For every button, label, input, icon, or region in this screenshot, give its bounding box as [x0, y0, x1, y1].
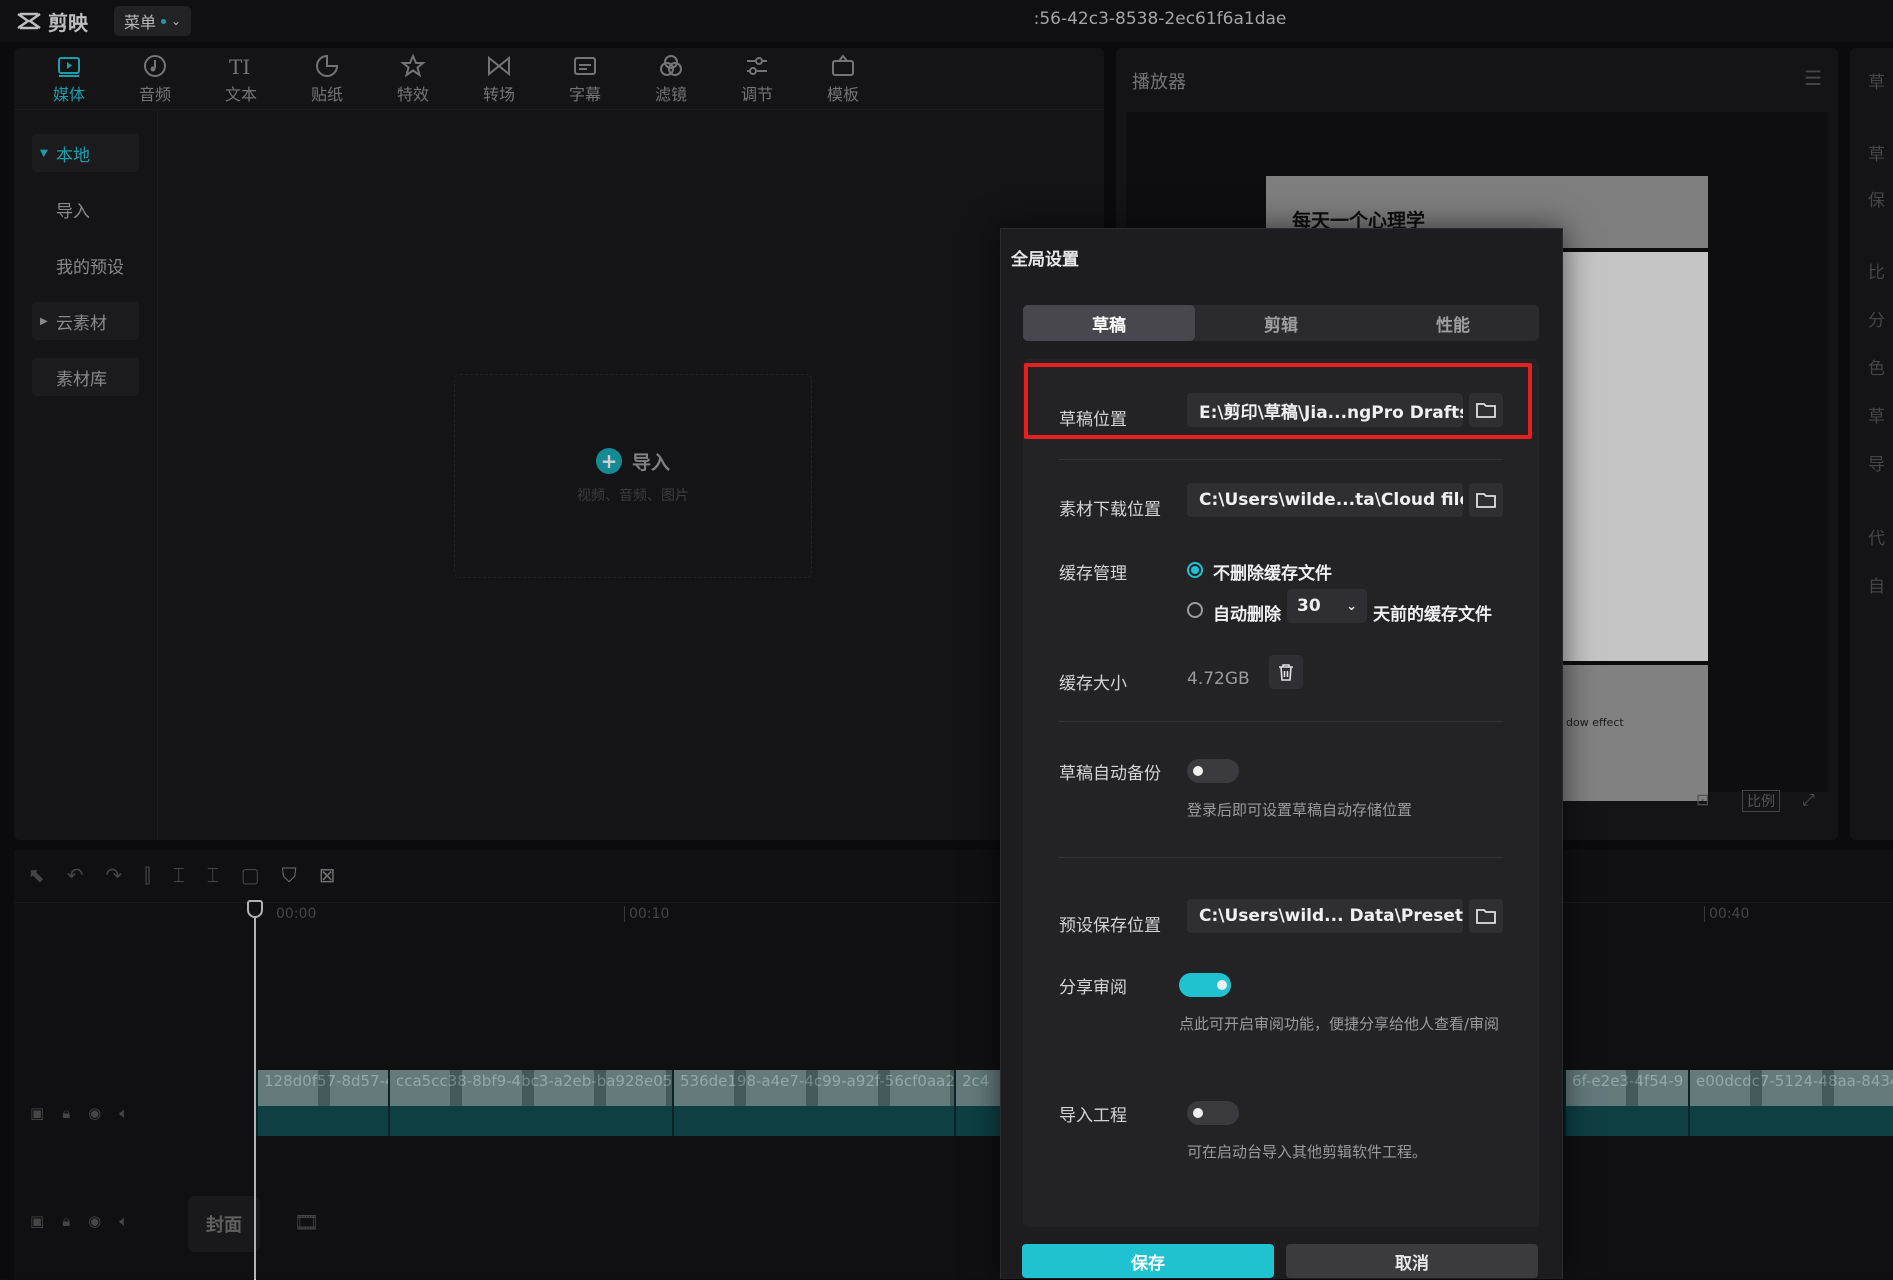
- clear-cache-button[interactable]: [1269, 655, 1303, 689]
- divider: [1059, 721, 1503, 722]
- preset-location-browse-button[interactable]: [1469, 899, 1503, 933]
- cache-auto-delete-suffix: 天前的缓存文件: [1373, 605, 1492, 625]
- share-review-hint: 点此可开启审阅功能，便捷分享给他人查看/审阅: [1179, 1015, 1500, 1033]
- cache-days-select[interactable]: 30 ⌄: [1287, 589, 1367, 623]
- trash-icon: [1279, 664, 1293, 681]
- import-project-hint: 可在启动台导入其他剪辑软件工程。: [1187, 1143, 1428, 1161]
- download-location-field[interactable]: C:\Users\wilde...ta\Cloud files: [1187, 483, 1463, 517]
- divider: [1059, 459, 1503, 460]
- modal-backdrop: [0, 0, 1893, 1279]
- cache-size-label: 缓存大小: [1059, 674, 1127, 694]
- import-project-label: 导入工程: [1059, 1106, 1127, 1126]
- folder-icon: [1476, 909, 1496, 924]
- tab-performance[interactable]: 性能: [1367, 305, 1539, 341]
- auto-backup-hint: 登录后即可设置草稿自动存储位置: [1187, 801, 1413, 819]
- tab-edit[interactable]: 剪辑: [1195, 305, 1367, 341]
- download-location-browse-button[interactable]: [1469, 483, 1503, 517]
- divider: [1059, 857, 1503, 858]
- preset-location-field[interactable]: C:\Users\wild... Data\Presets: [1187, 899, 1463, 933]
- save-button[interactable]: 保存: [1022, 1244, 1274, 1278]
- auto-backup-label: 草稿自动备份: [1059, 764, 1161, 784]
- auto-backup-toggle[interactable]: [1187, 759, 1239, 783]
- cache-keep-radio[interactable]: [1187, 562, 1203, 578]
- cache-auto-delete-radio[interactable]: [1187, 602, 1203, 618]
- share-review-toggle[interactable]: [1179, 973, 1231, 997]
- share-review-label: 分享审阅: [1059, 978, 1127, 998]
- settings-body: 草稿位置 E:\剪印\草稿\Jia...ngPro Drafts 素材下载位置 …: [1023, 359, 1539, 1227]
- cache-auto-delete-prefix: 自动删除: [1213, 605, 1281, 625]
- folder-icon: [1476, 493, 1496, 508]
- cache-keep-label: 不删除缓存文件: [1213, 564, 1332, 584]
- import-project-toggle[interactable]: [1187, 1101, 1239, 1125]
- cancel-button[interactable]: 取消: [1286, 1244, 1538, 1278]
- download-location-label: 素材下载位置: [1059, 500, 1161, 520]
- cache-manage-label: 缓存管理: [1059, 564, 1127, 584]
- dialog-title: 全局设置: [1011, 250, 1079, 270]
- cache-days-value: 30: [1297, 596, 1321, 616]
- preset-location-label: 预设保存位置: [1059, 916, 1161, 936]
- tab-draft[interactable]: 草稿: [1023, 305, 1195, 341]
- highlight-box: [1024, 363, 1532, 439]
- settings-tabs: 草稿 剪辑 性能: [1023, 305, 1539, 341]
- chevron-down-icon: ⌄: [1346, 598, 1357, 614]
- cache-size-value: 4.72GB: [1187, 669, 1250, 689]
